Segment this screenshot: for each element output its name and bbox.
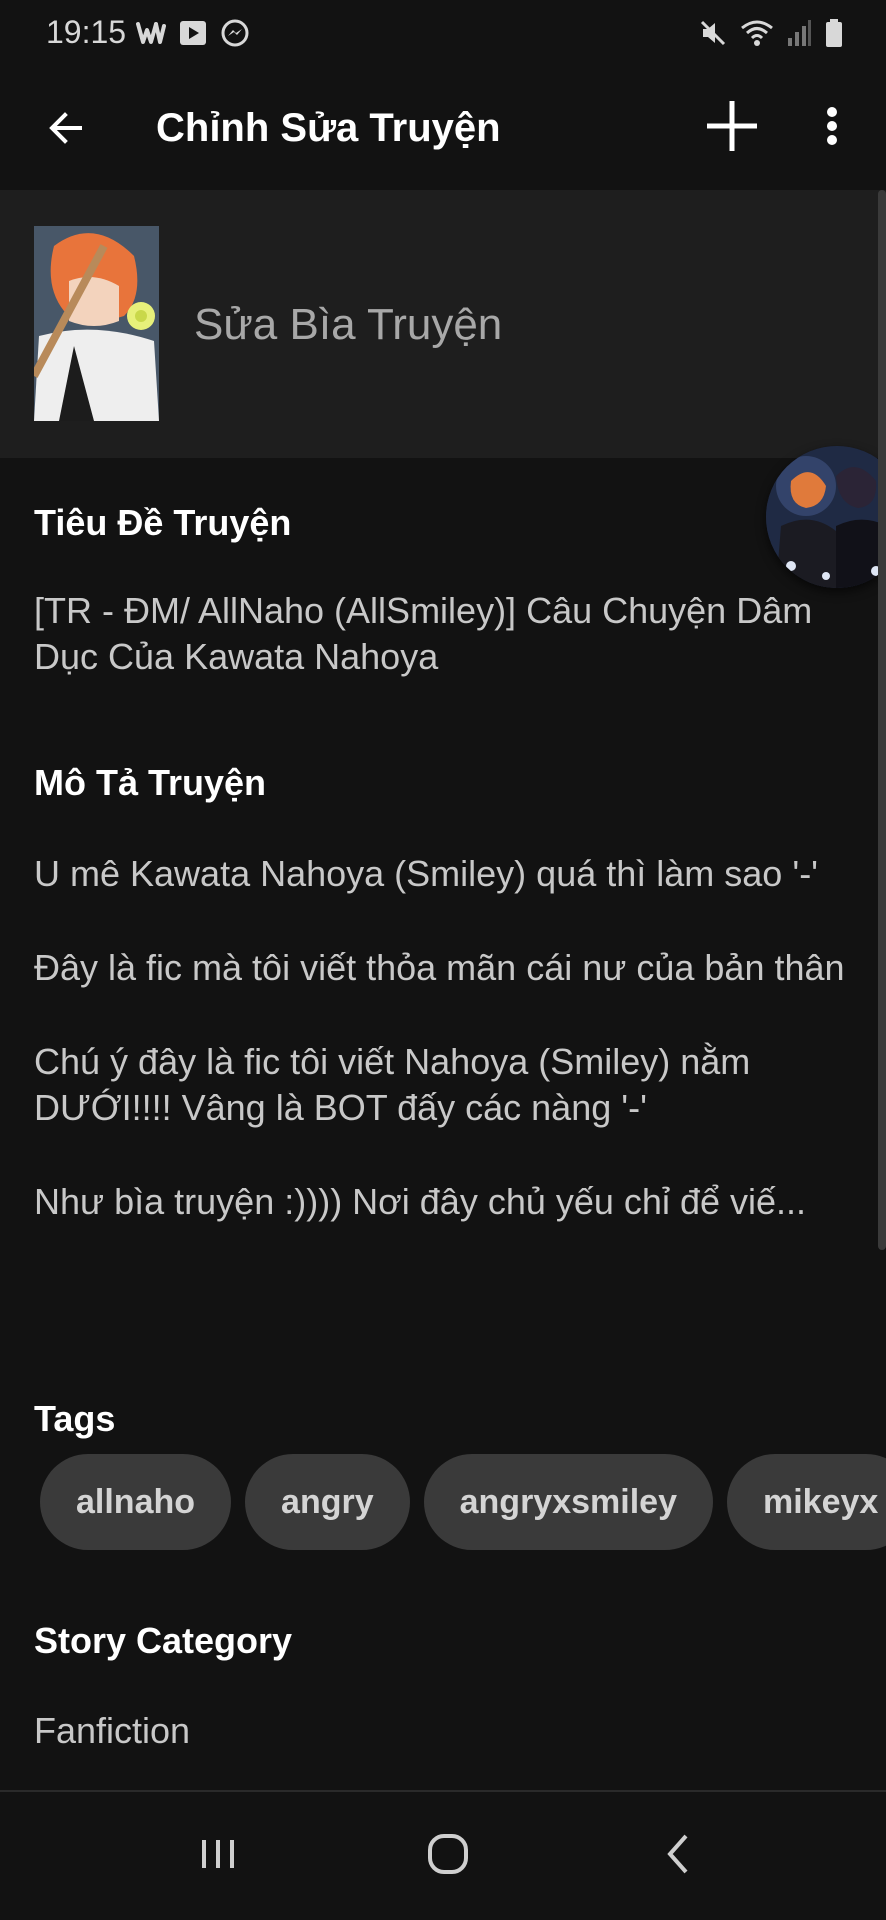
system-back-button[interactable] — [642, 1824, 714, 1888]
description-paragraph: U mê Kawata Nahoya (Smiley) quá thì làm … — [34, 853, 819, 894]
home-icon — [426, 1832, 470, 1881]
signal-icon — [786, 18, 812, 53]
wattpad-icon — [136, 20, 166, 51]
story-description-heading: Mô Tả Truyện — [34, 762, 267, 803]
plus-icon — [705, 99, 759, 158]
more-options-button[interactable] — [800, 96, 864, 160]
recent-apps-icon — [198, 1834, 238, 1879]
arrow-left-icon — [46, 108, 86, 153]
story-title-field[interactable]: [TR - ĐM/ AllNaho (AllSmiley)] Câu Chuyệ… — [34, 588, 854, 680]
wifi-icon — [740, 18, 774, 53]
edit-cover-label: Sửa Bìa Truyện — [194, 300, 503, 349]
youtube-icon — [178, 18, 208, 53]
edit-cover-row[interactable]: Sửa Bìa Truyện — [0, 190, 886, 458]
tag-chip[interactable]: mikeyx — [726, 1454, 886, 1550]
story-title-heading: Tiêu Đề Truyện — [34, 502, 292, 543]
recent-apps-button[interactable] — [182, 1824, 254, 1888]
story-description-field[interactable]: U mê Kawata Nahoya (Smiley) quá thì làm … — [34, 851, 854, 1225]
battery-icon — [824, 18, 844, 53]
description-paragraph: Chú ý đây là fic tôi viết Nahoya (Smiley… — [34, 1041, 751, 1128]
description-paragraph: Đây là fic mà tôi viết thỏa mãn cái nư c… — [34, 947, 845, 988]
messenger-icon — [220, 18, 250, 53]
scrollbar[interactable] — [878, 190, 886, 1790]
tag-chip[interactable]: allnaho — [40, 1454, 232, 1550]
story-category-heading: Story Category — [34, 1620, 293, 1661]
app-toolbar: Chỉnh Sửa Truyện — [0, 70, 886, 190]
scrollbar-thumb[interactable] — [878, 190, 886, 1250]
tag-chip[interactable]: angry — [245, 1454, 410, 1550]
description-paragraph: Như bìa truyện :)))) Nơi đây chủ yếu chỉ… — [34, 1181, 807, 1222]
cover-image[interactable] — [34, 226, 159, 421]
more-vertical-icon — [825, 106, 839, 151]
system-nav-bar — [0, 1792, 886, 1920]
status-left-icons — [136, 18, 250, 53]
home-button[interactable] — [412, 1824, 484, 1888]
tag-chip[interactable]: angryxsmiley — [423, 1454, 713, 1550]
story-category-field[interactable]: Fanfiction — [34, 1708, 854, 1754]
tags-list[interactable]: allnaho angry angryxsmiley mikeyx — [40, 1454, 886, 1550]
page-title: Chỉnh Sửa Truyện — [156, 106, 501, 150]
mute-icon — [698, 18, 728, 53]
back-button[interactable] — [34, 98, 98, 162]
edit-story-screen: 19:15 Chỉnh Sửa Truyện Sửa Bìa Truyện Ti… — [0, 0, 886, 1920]
chevron-left-icon — [658, 1832, 698, 1881]
status-right-icons — [698, 18, 844, 53]
tags-heading: Tags — [34, 1398, 116, 1439]
chat-head-avatar[interactable] — [766, 446, 886, 588]
status-bar: 19:15 — [0, 0, 886, 70]
add-part-button[interactable] — [700, 96, 764, 160]
status-time: 19:15 — [46, 14, 127, 50]
